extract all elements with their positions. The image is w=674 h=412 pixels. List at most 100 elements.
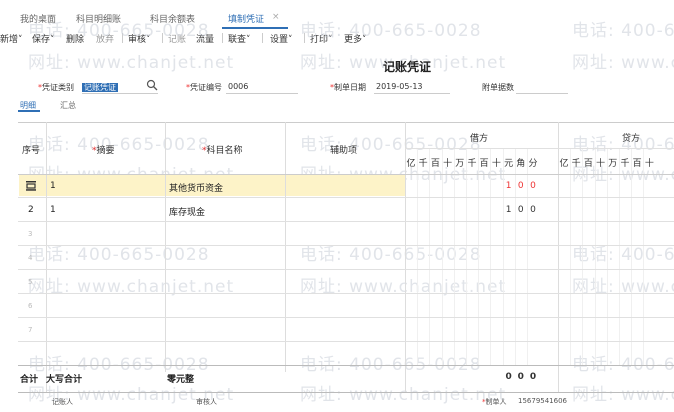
audit-button[interactable]: 审核˅ xyxy=(128,32,151,45)
digit-divider xyxy=(570,149,572,365)
active-subtab-indicator xyxy=(18,110,40,112)
auditor-label: 审核人 xyxy=(196,398,217,406)
digit-divider xyxy=(441,149,443,365)
add-button[interactable]: 新增˅ xyxy=(0,32,23,45)
row-divider xyxy=(18,317,674,318)
digit-divider xyxy=(417,149,419,365)
total-label: 合计 xyxy=(20,375,39,385)
digit-divider xyxy=(619,149,620,365)
debit-amount-digit: 0 xyxy=(517,181,524,191)
column-header-debit: 借方 xyxy=(470,134,489,144)
summary-cell[interactable]: 1 xyxy=(50,181,56,191)
field-underline xyxy=(82,93,158,94)
row-number: 4 xyxy=(28,254,33,262)
creator-value: 15679541606 xyxy=(518,397,567,405)
total-uppercase-label: 大写合计 xyxy=(46,375,83,385)
toolbar-divider xyxy=(262,33,263,43)
debit-unit-header: 亿 xyxy=(406,159,416,169)
summary-cell[interactable]: 1 xyxy=(50,205,56,215)
debit-unit-header: 元 xyxy=(504,159,514,169)
delete-button[interactable]: 删除 xyxy=(66,32,84,45)
total-debit-digit: 0 xyxy=(529,372,537,382)
credit-unit-header: 千 xyxy=(620,159,630,169)
column-header-account: *科目名称 xyxy=(202,146,243,156)
total-row-border xyxy=(18,365,674,366)
print-button[interactable]: 打印˅ xyxy=(310,32,333,45)
digit-divider xyxy=(582,149,584,365)
search-icon[interactable] xyxy=(146,79,158,91)
tab-summary[interactable]: 汇总 xyxy=(60,100,76,111)
settings-button[interactable]: 设置˅ xyxy=(270,32,293,45)
credit-unit-header: 万 xyxy=(608,159,618,169)
voucher-type-label: *凭证类别 xyxy=(38,83,74,92)
credit-unit-header: 十 xyxy=(596,159,606,169)
field-underline xyxy=(226,93,298,94)
post-button[interactable]: 记账 xyxy=(168,32,186,45)
abandon-button[interactable]: 放弃 xyxy=(96,32,114,45)
row-divider xyxy=(18,197,674,198)
attachments-input[interactable] xyxy=(516,93,568,94)
creation-date-input[interactable]: 2019-05-13 xyxy=(376,82,423,91)
toolbar-divider xyxy=(222,33,223,43)
credit-unit-header: 百 xyxy=(632,159,642,169)
bookkeeper-label: 记账人 xyxy=(52,398,73,406)
debit-unit-header: 千 xyxy=(418,159,428,169)
close-icon[interactable]: × xyxy=(272,12,280,22)
table-bottom-border xyxy=(18,392,674,393)
watermark: 网址: www.chanjet.net xyxy=(28,53,235,73)
debit-unit-header: 十 xyxy=(491,159,501,169)
column-header-aux: 辅助项 xyxy=(330,146,358,156)
digit-divider xyxy=(478,149,480,365)
cash-flow-button[interactable]: 流量 xyxy=(196,32,214,45)
total-debit-digit: 0 xyxy=(517,372,524,382)
credit-unit-header: 亿 xyxy=(559,159,569,169)
debit-amount-digit: 1 xyxy=(505,181,512,191)
voucher-title: 记账凭证 xyxy=(383,60,432,74)
row-divider xyxy=(18,269,674,270)
debit-unit-header: 角 xyxy=(516,159,526,169)
digit-divider xyxy=(643,149,645,365)
creator-label: *制单人 xyxy=(482,398,507,406)
more-button[interactable]: 更多˅ xyxy=(344,32,367,45)
toolbar-divider xyxy=(304,33,305,43)
row-number: 6 xyxy=(28,302,33,310)
debit-amount-digit: 0 xyxy=(530,205,536,215)
active-tab-indicator xyxy=(222,27,288,29)
creation-date-label: *制单日期 xyxy=(330,83,366,92)
header-divider xyxy=(405,148,674,149)
watermark: 网址: www.chanjet.net xyxy=(572,53,674,73)
save-button[interactable]: 保存˅ xyxy=(32,32,55,45)
field-underline xyxy=(374,93,450,94)
linked-query-button[interactable]: 联查˅ xyxy=(228,32,251,45)
toolbar-divider xyxy=(122,33,123,43)
credit-unit-header: 百 xyxy=(583,159,593,169)
debit-unit-header: 千 xyxy=(467,159,477,169)
toolbar-divider xyxy=(162,33,163,43)
debit-unit-header: 百 xyxy=(430,159,440,169)
account-cell[interactable]: 库存现金 xyxy=(169,205,205,218)
digit-divider xyxy=(490,149,492,365)
tab-account-balance[interactable]: 科目余额表 xyxy=(150,12,195,25)
debit-unit-header: 百 xyxy=(479,159,489,169)
tab-fill-voucher[interactable]: 填制凭证 xyxy=(228,12,264,25)
current-row-icon[interactable] xyxy=(25,180,37,191)
attachments-label: 附单据数 xyxy=(482,83,514,92)
column-divider xyxy=(285,122,286,372)
credit-unit-header: 千 xyxy=(571,159,581,169)
row-number: 3 xyxy=(28,230,33,238)
toolbar: 新增˅ 保存˅ 删除 放弃 审核˅ 记账 流量 联查˅ 设置˅ 打印˅ 更多˅ xyxy=(0,30,674,46)
voucher-number-input[interactable]: 0006 xyxy=(228,82,248,91)
tab-account-detail-ledger[interactable]: 科目明细账 xyxy=(76,12,121,25)
tab-my-desktop[interactable]: 我的桌面 xyxy=(20,12,56,25)
voucher-type-input[interactable]: 记账凭证 xyxy=(82,82,118,93)
debit-unit-header: 分 xyxy=(528,159,538,169)
tab-bar: 我的桌面 科目明细账 科目余额表 填制凭证 × xyxy=(0,0,674,29)
account-cell[interactable]: 其他货币资金 xyxy=(169,181,223,194)
debit-amount-digit: 1 xyxy=(505,205,512,215)
debit-unit-header: 万 xyxy=(455,159,465,169)
total-debit-digit: 0 xyxy=(505,372,512,382)
debit-amount-digit: 0 xyxy=(517,205,524,215)
column-divider xyxy=(165,122,166,372)
debit-unit-header: 十 xyxy=(443,159,453,169)
row-divider xyxy=(18,221,674,222)
